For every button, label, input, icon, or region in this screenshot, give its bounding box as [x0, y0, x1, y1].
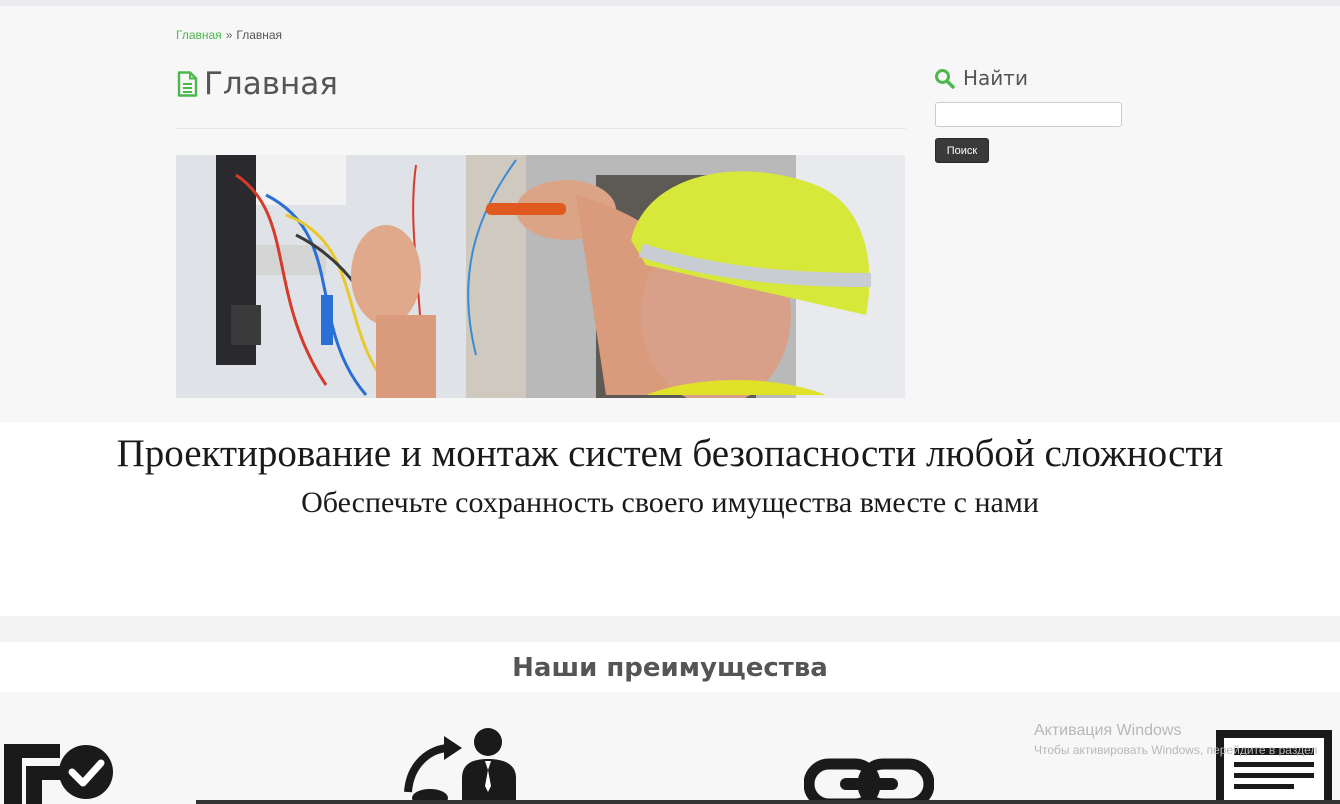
windows-activation-watermark: Активация Windows Чтобы активировать Win…	[1034, 722, 1317, 757]
search-icon	[935, 68, 955, 89]
breadcrumb: Главная» Главная	[176, 28, 282, 42]
search-button[interactable]: Поиск	[935, 138, 989, 163]
advantages-title: Наши преимущества	[512, 653, 828, 683]
hero-image	[176, 155, 905, 398]
person-transfer-icon	[404, 728, 516, 804]
section-gap	[0, 616, 1340, 642]
electrician-photo	[176, 155, 905, 398]
page-header: Главная	[176, 66, 338, 102]
banner: Проектирование и монтаж систем безопасно…	[0, 422, 1340, 616]
watermark-text: Чтобы активировать Windows, перейдите в …	[1034, 743, 1318, 757]
search-widget-title: Найти	[963, 66, 1028, 90]
breadcrumb-current: Главная	[236, 28, 283, 42]
taskbar-edge	[196, 800, 1340, 804]
license-check-icon	[4, 744, 113, 804]
banner-subtitle: Обеспечьте сохранность своего имущества …	[301, 486, 1039, 519]
search-input[interactable]	[935, 102, 1122, 127]
search-widget: Найти	[934, 66, 1134, 90]
document-icon	[177, 71, 198, 97]
watermark-title: Активация Windows	[1034, 722, 1182, 739]
search-widget-header: Найти	[934, 66, 1134, 90]
title-divider	[176, 128, 906, 129]
advantages-header: Наши преимущества	[0, 642, 1340, 692]
breadcrumb-home-link[interactable]: Главная	[176, 28, 222, 42]
page-title: Главная	[204, 66, 338, 102]
chain-link-icon	[804, 758, 934, 804]
banner-title: Проектирование и монтаж систем безопасно…	[116, 432, 1224, 475]
breadcrumb-separator: »	[225, 28, 233, 42]
